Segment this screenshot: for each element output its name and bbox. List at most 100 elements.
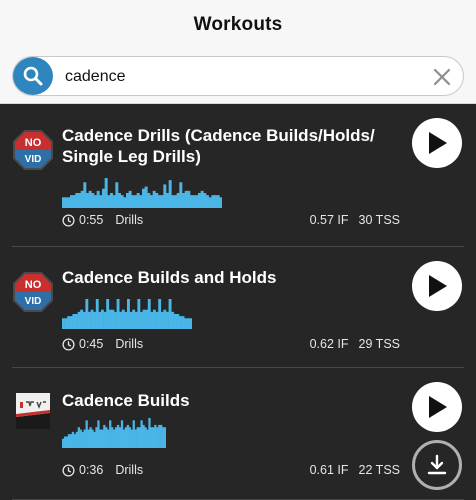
profile-bar: [80, 190, 84, 208]
close-icon: [433, 68, 451, 86]
profile-bar: [69, 434, 73, 448]
clear-search-button[interactable]: [431, 66, 453, 88]
profile-bar: [179, 316, 182, 329]
profile-bar: [145, 309, 149, 329]
profile-bar: [176, 314, 180, 329]
profile-bar: [190, 195, 193, 208]
profile-bar: [130, 429, 133, 448]
search-field[interactable]: [12, 56, 464, 96]
profile-bar: [140, 420, 143, 448]
play-button[interactable]: [412, 118, 462, 168]
profile-bar: [146, 429, 149, 448]
profile-bar: [103, 424, 106, 448]
profile-bar: [148, 418, 151, 448]
workout-title-line: Cadence Builds and Holds: [62, 268, 277, 287]
profile-bar: [123, 197, 127, 208]
profile-bar: [132, 420, 135, 448]
profile-bar: [104, 178, 108, 208]
profile-bar: [158, 299, 162, 329]
profile-bar: [71, 431, 75, 448]
profile-bar: [168, 180, 172, 208]
profile-bar: [89, 427, 92, 448]
profile-bar: [65, 436, 69, 448]
profile-bar: [77, 427, 80, 448]
workout-row[interactable]: NO VID Cadence Builds and Holds 0:45 Dri…: [0, 247, 476, 368]
profile-bar: [150, 427, 153, 448]
profile-bar: [67, 434, 71, 448]
profile-bar: [181, 316, 185, 329]
profile-bar: [211, 195, 215, 208]
workout-duration: 0:55: [79, 213, 104, 227]
profile-bar: [79, 429, 82, 448]
profile-bar: [103, 311, 107, 329]
profile-bar: [186, 318, 190, 329]
profile-bar: [119, 311, 123, 329]
play-button[interactable]: [412, 382, 462, 432]
workout-profile-chart: [62, 178, 222, 208]
profile-bar: [105, 427, 108, 448]
profile-bar: [99, 195, 103, 208]
profile-bar: [216, 195, 220, 208]
profile-bar: [189, 318, 192, 329]
profile-bar: [155, 193, 159, 208]
profile-bar: [95, 427, 98, 448]
profile-bar: [134, 429, 137, 448]
profile-bar: [192, 195, 196, 208]
profile-bar: [126, 193, 129, 208]
play-button[interactable]: [412, 261, 462, 311]
profile-bar: [101, 429, 104, 448]
profile-bar: [94, 195, 97, 208]
profile-bar: [67, 197, 71, 208]
profile-bar: [113, 429, 116, 448]
profile-bar: [72, 195, 76, 208]
profile-bar: [184, 190, 188, 208]
profile-bar: [144, 427, 147, 448]
profile-bar: [62, 197, 65, 208]
profile-bar: [179, 182, 183, 208]
workout-category: Drills: [115, 213, 144, 227]
profile-bar: [156, 427, 159, 448]
profile-bar: [134, 195, 137, 208]
profile-bar: [86, 193, 89, 208]
profile-bar: [198, 193, 201, 208]
profile-bar: [81, 431, 84, 448]
workout-title-line: Cadence Builds: [62, 391, 190, 410]
profile-bar: [109, 420, 112, 448]
profile-bar: [99, 429, 102, 448]
profile-bar: [142, 309, 146, 329]
badge-line1: NO: [25, 137, 42, 149]
page-title: Workouts: [193, 14, 283, 35]
profile-bar: [160, 195, 164, 208]
no-video-badge: NO VID: [13, 272, 53, 312]
profile-bar: [136, 193, 140, 208]
workout-row[interactable]: NO VID Cadence Drills (Cadence Builds/Ho…: [0, 104, 476, 247]
clock-icon: [62, 213, 75, 227]
profile-bar: [136, 427, 139, 448]
profile-bar: [98, 311, 102, 329]
workout-if: 0.62 IF: [309, 337, 349, 351]
download-button[interactable]: [412, 440, 462, 490]
profile-bar: [184, 318, 188, 329]
profile-bar: [163, 309, 167, 329]
profile-bar: [120, 195, 124, 208]
profile-bar: [110, 193, 113, 208]
download-icon: [427, 454, 447, 475]
profile-bar: [75, 431, 78, 448]
clock-icon: [62, 463, 75, 477]
play-icon: [429, 132, 447, 154]
profile-bar: [118, 427, 122, 448]
profile-bar: [162, 427, 165, 448]
profile-bar: [85, 420, 88, 448]
profile-bar: [107, 195, 111, 208]
profile-bar: [131, 195, 135, 208]
profile-bar: [85, 299, 89, 329]
profile-bar: [139, 195, 143, 208]
profile-bar: [118, 193, 121, 208]
workout-row[interactable]: Cadence Builds 0:36 Drills 0.61 IF 22 TS…: [0, 368, 476, 500]
profile-bar: [90, 309, 94, 329]
profile-bar: [173, 314, 177, 329]
workout-title: Cadence Builds: [62, 390, 402, 411]
search-button[interactable]: [13, 57, 53, 95]
play-icon: [429, 275, 447, 297]
search-input[interactable]: [65, 66, 405, 88]
